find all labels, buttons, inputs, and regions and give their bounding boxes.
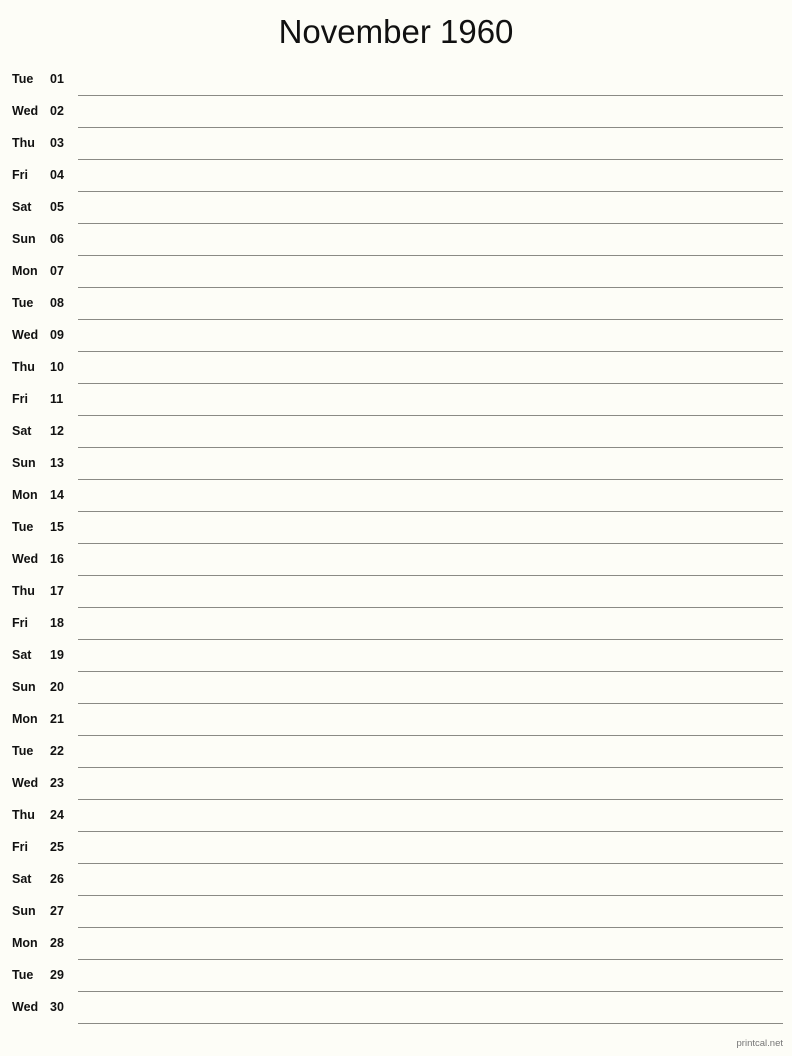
weekday-label: Sat [12, 872, 32, 886]
weekday-label: Sat [12, 648, 32, 662]
day-number: 15 [50, 520, 64, 534]
day-row: Mon 21 [0, 704, 792, 736]
day-number: 22 [50, 744, 64, 758]
day-row: Sat 26 [0, 864, 792, 896]
weekday-label: Thu [12, 584, 35, 598]
day-number: 28 [50, 936, 64, 950]
day-row: Wed 02 [0, 96, 792, 128]
day-row: Mon 28 [0, 928, 792, 960]
day-number: 26 [50, 872, 64, 886]
day-row: Tue 15 [0, 512, 792, 544]
day-row: Tue 08 [0, 288, 792, 320]
day-number: 07 [50, 264, 64, 278]
day-number: 01 [50, 72, 64, 86]
weekday-label: Thu [12, 808, 35, 822]
page-title: November 1960 [278, 13, 514, 50]
day-number: 25 [50, 840, 64, 854]
day-row: Thu 24 [0, 800, 792, 832]
day-number: 06 [50, 232, 64, 246]
day-row: Thu 17 [0, 576, 792, 608]
weekday-label: Wed [12, 328, 39, 342]
day-number: 29 [50, 968, 64, 982]
day-row: Sat 12 [0, 416, 792, 448]
weekday-label: Sun [12, 904, 36, 918]
day-number: 30 [50, 1000, 64, 1014]
day-number: 04 [50, 168, 64, 182]
day-row: Sun 20 [0, 672, 792, 704]
weekday-label: Thu [12, 360, 35, 374]
footer-attribution: printcal.net [736, 1038, 783, 1049]
day-number: 02 [50, 104, 64, 118]
weekday-label: Fri [12, 840, 28, 854]
weekday-label: Mon [12, 488, 38, 502]
day-row: Tue 29 [0, 960, 792, 992]
day-row: Mon 14 [0, 480, 792, 512]
day-number: 20 [50, 680, 64, 694]
day-number: 17 [50, 584, 64, 598]
weekday-label: Sun [12, 456, 36, 470]
day-number: 03 [50, 136, 64, 150]
weekday-label: Tue [12, 520, 34, 534]
day-row: Sat 19 [0, 640, 792, 672]
day-row: Fri 11 [0, 384, 792, 416]
weekday-label: Wed [12, 1000, 39, 1014]
weekday-label: Fri [12, 392, 28, 406]
day-row: Tue 22 [0, 736, 792, 768]
day-row: Fri 25 [0, 832, 792, 864]
weekday-label: Tue [12, 968, 34, 982]
day-row: Tue 01 [0, 64, 792, 96]
day-number: 24 [50, 808, 64, 822]
day-number: 19 [50, 648, 64, 662]
weekday-label: Tue [12, 744, 34, 758]
day-row: Sun 27 [0, 896, 792, 928]
day-number: 14 [50, 488, 64, 502]
day-row: Sun 06 [0, 224, 792, 256]
day-row: Thu 03 [0, 128, 792, 160]
day-number: 11 [50, 392, 64, 406]
weekday-label: Fri [12, 616, 28, 630]
writing-line[interactable] [78, 1023, 783, 1024]
weekday-label: Tue [12, 296, 34, 310]
day-number: 18 [50, 616, 64, 630]
day-row: Wed 30 [0, 992, 792, 1024]
day-number: 21 [50, 712, 64, 726]
day-row: Mon 07 [0, 256, 792, 288]
day-row: Wed 23 [0, 768, 792, 800]
day-row: Wed 09 [0, 320, 792, 352]
day-number: 23 [50, 776, 64, 790]
weekday-label: Tue [12, 72, 34, 86]
day-number: 13 [50, 456, 64, 470]
day-number: 09 [50, 328, 64, 342]
weekday-label: Sat [12, 200, 32, 214]
weekday-label: Sun [12, 680, 36, 694]
day-row: Thu 10 [0, 352, 792, 384]
day-number: 08 [50, 296, 64, 310]
weekday-label: Thu [12, 136, 35, 150]
calendar-page: November 1960 Tue 01 Wed 02 Thu 03 Fri 04 Sat 05 S… [0, 0, 792, 1056]
day-row: Sun 13 [0, 448, 792, 480]
day-number: 16 [50, 552, 64, 566]
day-number: 05 [50, 200, 64, 214]
weekday-label: Sat [12, 424, 32, 438]
weekday-label: Mon [12, 936, 38, 950]
day-row: Fri 18 [0, 608, 792, 640]
weekday-label: Sun [12, 232, 36, 246]
day-row: Wed 16 [0, 544, 792, 576]
weekday-label: Wed [12, 552, 39, 566]
day-number: 27 [50, 904, 64, 918]
day-row: Fri 04 [0, 160, 792, 192]
weekday-label: Fri [12, 168, 28, 182]
weekday-label: Wed [12, 104, 39, 118]
weekday-label: Wed [12, 776, 39, 790]
day-row: Sat 05 [0, 192, 792, 224]
day-number: 10 [50, 360, 64, 374]
day-number: 12 [50, 424, 64, 438]
weekday-label: Mon [12, 264, 38, 278]
weekday-label: Mon [12, 712, 38, 726]
day-row-list: Tue 01 Wed 02 Thu 03 Fri 04 Sat 05 Sun 06 Mon 07 Tue 08… [0, 64, 792, 1024]
